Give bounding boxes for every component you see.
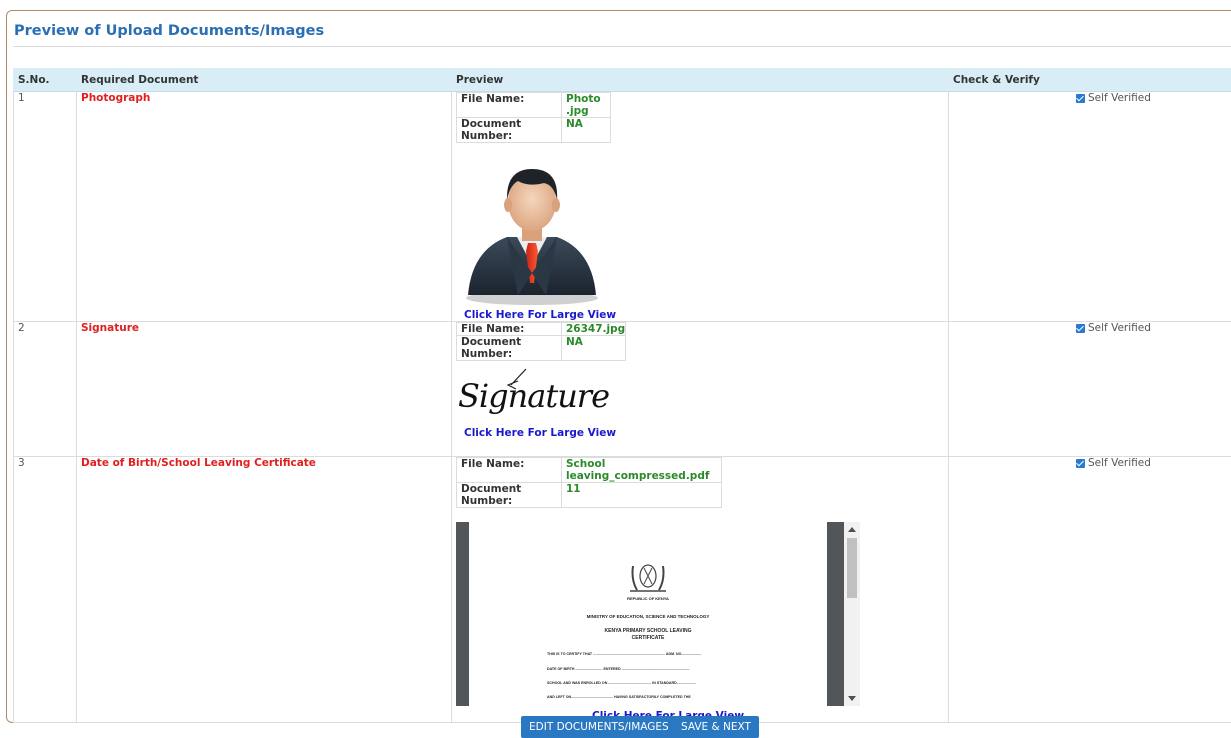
row-sno: 3 [14,457,77,723]
pdf-page: REPUBLIC OF KENYA MINISTRY OF EDUCATION,… [469,522,827,706]
cert-ministry: MINISTRY OF EDUCATION, SCIENCE AND TECHN… [469,614,827,619]
upload-preview-panel: Preview of Upload Documents/Images S.No.… [6,10,1231,723]
photograph-thumbnail[interactable] [462,155,602,305]
scroll-thumb[interactable] [847,538,857,598]
header-preview: Preview [452,69,949,92]
edit-documents-button[interactable]: EDIT DOCUMENTS/IMAGES [521,716,677,738]
self-verified-checkbox[interactable]: Self Verified [1076,92,1151,104]
row-preview: File Name: Photo .jpg Document Number: N… [452,92,949,322]
header-check-verify: Check & Verify [949,69,1231,92]
cert-line: THIS IS TO CERTIFY THAT ................… [547,652,767,656]
document-number-label: Document Number: [457,118,562,143]
self-verified-label: Self Verified [1088,322,1151,334]
file-info: File Name: Photo .jpg Document Number: N… [456,92,611,143]
pdf-viewer[interactable]: REPUBLIC OF KENYA MINISTRY OF EDUCATION,… [456,522,860,706]
title-divider [13,46,1231,47]
scroll-up-arrow-icon[interactable] [848,527,856,532]
checkbox-checked-icon [1076,324,1085,333]
document-number-value: 11 [562,483,722,508]
row-required-document: Photograph [77,92,452,322]
pdf-scrollbar[interactable] [844,522,860,706]
signature-text: Signature [458,377,609,415]
documents-table: S.No. Required Document Preview Check & … [13,68,1231,723]
document-number-value: NA [562,118,611,143]
row-preview: File Name: 26347.jpg Document Number: NA… [452,322,949,457]
save-next-button[interactable]: SAVE & NEXT [673,716,759,738]
cert-republic: REPUBLIC OF KENYA [469,596,827,601]
table-row: 2 Signature File Name: 26347.jpg Documen… [14,322,1231,457]
self-verified-checkbox[interactable]: Self Verified [1076,457,1151,469]
file-name-label: File Name: [457,458,562,483]
row-sno: 1 [14,92,77,322]
table-header-row: S.No. Required Document Preview Check & … [14,69,1231,92]
table-row: 1 Photograph File Name: Photo .jpg Docum… [14,92,1231,322]
row-check-verify: Self Verified [949,92,1231,322]
cert-heading-line2: CERTIFICATE [469,635,827,642]
cert-line: AND LEFT ON.............................… [547,695,767,699]
document-number-label: Document Number: [457,483,562,508]
large-view-link[interactable]: Click Here For Large View [464,309,948,321]
header-required-document: Required Document [77,69,452,92]
file-name-label: File Name: [457,93,562,118]
row-check-verify: Self Verified [949,457,1231,723]
file-name-value: School leaving_compressed.pdf [562,458,722,483]
row-preview: File Name: School leaving_compressed.pdf… [452,457,949,723]
cert-heading: KENYA PRIMARY SCHOOL LEAVING CERTIFICATE [469,628,827,642]
row-required-document: Date of Birth/School Leaving Certificate [77,457,452,723]
document-number-label: Document Number: [457,336,562,361]
self-verified-label: Self Verified [1088,457,1151,469]
cert-line: DATE OF BIRTH ..........................… [547,667,767,671]
large-view-link[interactable]: Click Here For Large View [464,427,948,439]
document-number-value: NA [562,336,626,361]
page-title: Preview of Upload Documents/Images [14,23,324,39]
file-info: File Name: School leaving_compressed.pdf… [456,457,722,508]
self-verified-label: Self Verified [1088,92,1151,104]
row-sno: 2 [14,322,77,457]
file-name-label: File Name: [457,323,562,336]
file-info: File Name: 26347.jpg Document Number: NA [456,322,626,361]
file-name-value: Photo .jpg [562,93,611,118]
coat-of-arms-icon [628,560,668,594]
checkbox-checked-icon [1076,459,1085,468]
self-verified-checkbox[interactable]: Self Verified [1076,322,1151,334]
file-name-value: 26347.jpg [562,323,626,336]
checkbox-checked-icon [1076,94,1085,103]
row-required-document: Signature [77,322,452,457]
scroll-down-arrow-icon[interactable] [848,696,856,701]
signature-thumbnail[interactable]: Signature [456,367,606,423]
row-check-verify: Self Verified [949,322,1231,457]
table-row: 3 Date of Birth/School Leaving Certifica… [14,457,1231,723]
header-sno: S.No. [14,69,77,92]
cert-line: SCHOOL AND WAS ENROLLED ON .............… [547,681,767,685]
cert-heading-line1: KENYA PRIMARY SCHOOL LEAVING [469,628,827,635]
